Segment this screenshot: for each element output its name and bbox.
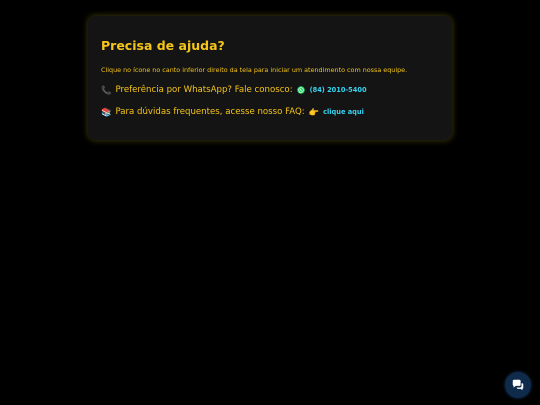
help-title: Precisa de ajuda? [101, 38, 225, 53]
help-description: Clique no ícone no canto inferior direit… [101, 66, 408, 74]
faq-link[interactable]: clique aqui [323, 105, 364, 119]
whatsapp-icon [296, 86, 305, 94]
chat-bubble-icon [512, 379, 524, 391]
faq-line: 📚 Para dúvidas frequentes, acesse nosso … [101, 105, 439, 119]
help-card: Precisa de ajuda? Clique no ícone no can… [88, 16, 452, 140]
whatsapp-line: 📞 Preferência por WhatsApp? Fale conosco… [101, 83, 439, 97]
whatsapp-text: Preferência por WhatsApp? Fale conosco: [115, 85, 293, 95]
whatsapp-phone-link[interactable]: (84) 2010-5400 [310, 83, 367, 97]
telephone-icon: 📞 [101, 85, 112, 95]
faq-text: Para dúvidas frequentes, acesse nosso FA… [115, 107, 305, 117]
pointing-hand-icon: 👉 [308, 107, 320, 117]
books-icon: 📚 [101, 107, 112, 117]
chat-widget-button[interactable] [505, 372, 531, 398]
